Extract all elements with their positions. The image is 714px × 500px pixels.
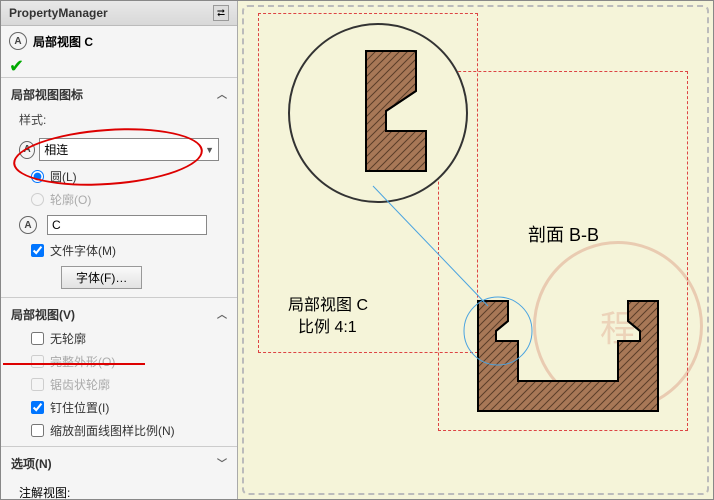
style-dropdown[interactable]: 相连 ▼ — [39, 138, 219, 161]
radio-outline-input[interactable] — [31, 193, 44, 206]
options-title: 选项(N) — [11, 455, 52, 472]
radio-circle-input[interactable] — [31, 170, 44, 183]
check-jagged-input[interactable] — [31, 378, 44, 391]
detail-label-1: 局部视图 C — [288, 291, 368, 315]
group-detail-icon: 局部视图图标 ︿ 样式: A 相连 ▼ 圆(L) 轮廓(O) A 文件字体(M) — [1, 77, 237, 297]
drawing-canvas[interactable]: 程 剖面 B-B 局部视图 C 比例 4:1 — [238, 1, 713, 499]
radio-circle-label: 圆(L) — [50, 168, 77, 185]
style-field: 样式: — [1, 107, 237, 134]
property-manager-panel: PropertyManager ⮂ A 局部视图 C ✔ 局部视图图标 ︿ 样式… — [1, 1, 238, 499]
confirm-icon[interactable]: ✔ — [1, 56, 237, 77]
group-options: 选项(N) ﹀ — [1, 446, 237, 480]
radio-outline-label: 轮廓(O) — [50, 191, 91, 208]
font-button-row: 字体(F)… — [1, 262, 237, 293]
group1-header[interactable]: 局部视图图标 ︿ — [1, 82, 237, 107]
check-pin[interactable]: 钉住位置(I) — [1, 396, 237, 419]
section-label: 剖面 B-B — [528, 221, 599, 247]
check-scale-hatch[interactable]: 缩放剖面线图样比例(N) — [1, 419, 237, 442]
group1-title: 局部视图图标 — [11, 86, 83, 103]
radio-circle[interactable]: 圆(L) — [1, 165, 237, 188]
check-jagged[interactable]: 锯齿状轮廓 — [1, 373, 237, 396]
view-name-input[interactable] — [47, 215, 207, 235]
check-file-font[interactable]: 文件字体(M) — [1, 239, 237, 262]
name-input-row: A — [1, 211, 237, 239]
name-icon: A — [19, 216, 37, 234]
jagged-label: 锯齿状轮廓 — [50, 376, 110, 393]
detail-shape — [306, 41, 456, 201]
detail-label-2: 比例 4:1 — [298, 313, 357, 337]
check-no-outline-input[interactable] — [31, 332, 44, 345]
annotation-label: 注解视图: — [19, 486, 70, 499]
style-value: 相连 — [44, 141, 68, 158]
chevron-up-icon[interactable]: ︿ — [217, 306, 227, 323]
check-no-outline[interactable]: 无轮廓 — [1, 327, 237, 350]
chevron-down-icon[interactable]: ﹀ — [217, 455, 227, 472]
style-dropdown-row: A 相连 ▼ — [1, 134, 237, 165]
view-title: 局部视图 C — [33, 33, 93, 50]
group2-title: 局部视图(V) — [11, 306, 75, 323]
scale-hatch-label: 缩放剖面线图样比例(N) — [50, 422, 175, 439]
panel-title: PropertyManager — [9, 6, 108, 20]
panel-header: PropertyManager ⮂ — [1, 1, 237, 26]
pin-icon[interactable]: ⮂ — [213, 5, 229, 21]
group-detail-view: 局部视图(V) ︿ 无轮廓 完整外形(O) 锯齿状轮廓 钉住位置(I) 缩放剖面… — [1, 297, 237, 446]
options-header[interactable]: 选项(N) ﹀ — [1, 451, 237, 476]
pin-label: 钉住位置(I) — [50, 399, 109, 416]
style-icon: A — [19, 141, 35, 159]
leader-line — [368, 181, 508, 321]
full-outline-label: 完整外形(O) — [50, 353, 115, 370]
group2-header[interactable]: 局部视图(V) ︿ — [1, 302, 237, 327]
chevron-down-icon: ▼ — [205, 145, 214, 155]
style-label: 样式: — [19, 111, 219, 128]
check-full-outline[interactable]: 完整外形(O) — [1, 350, 237, 373]
annotation-field: 注解视图: — [1, 480, 237, 499]
detail-view-icon: A — [9, 32, 27, 50]
check-pin-input[interactable] — [31, 401, 44, 414]
file-font-label: 文件字体(M) — [50, 242, 116, 259]
check-full-outline-input[interactable] — [31, 355, 44, 368]
chevron-up-icon[interactable]: ︿ — [217, 86, 227, 103]
no-outline-label: 无轮廓 — [50, 330, 86, 347]
view-title-row: A 局部视图 C — [1, 26, 237, 56]
radio-outline[interactable]: 轮廓(O) — [1, 188, 237, 211]
check-scale-hatch-input[interactable] — [31, 424, 44, 437]
font-button[interactable]: 字体(F)… — [61, 266, 142, 289]
check-file-font-input[interactable] — [31, 244, 44, 257]
